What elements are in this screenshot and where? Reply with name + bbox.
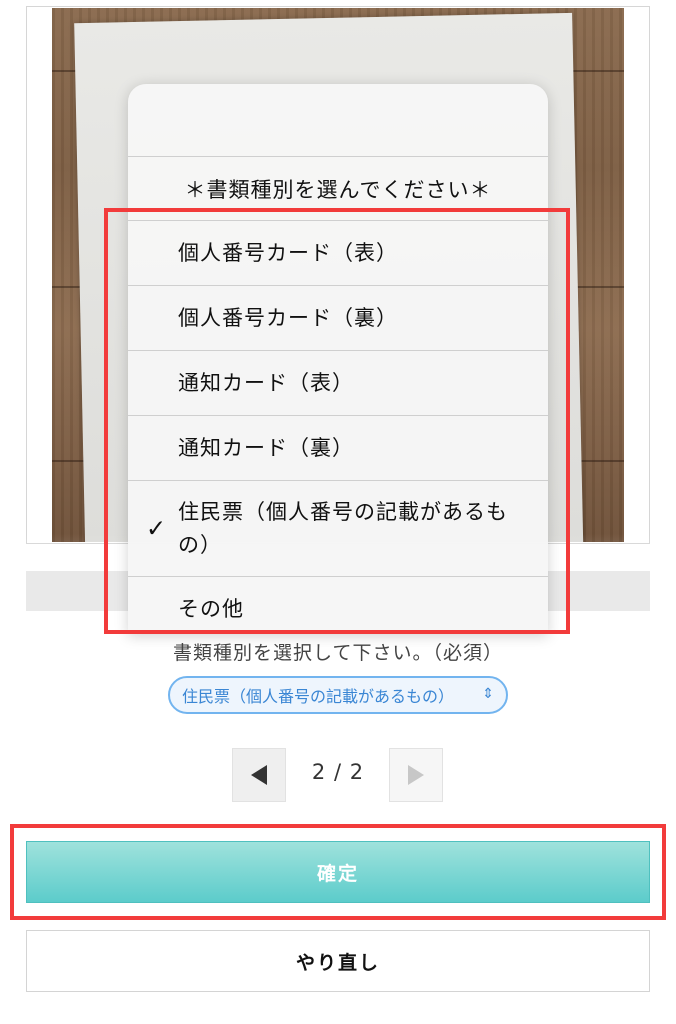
picker-option-mynumber-front[interactable]: 個人番号カード（表） <box>128 221 548 286</box>
picker-header: ＊書類種別を選んでください＊ <box>128 157 548 221</box>
picker-option-other[interactable]: その他 <box>128 577 548 634</box>
triangle-right-icon <box>408 765 424 785</box>
page-indicator: 2 / 2 <box>311 760 365 784</box>
picker-option-label: 通知カード（裏） <box>178 435 354 460</box>
triangle-left-icon <box>251 765 267 785</box>
next-page-button[interactable] <box>389 748 443 802</box>
checkmark-icon: ✓ <box>146 514 168 542</box>
picker-option-label: 通知カード（表） <box>178 370 354 395</box>
redo-button[interactable]: やり直し <box>26 930 650 992</box>
picker-option-mynumber-back[interactable]: 個人番号カード（裏） <box>128 286 548 351</box>
picker-top-spacer <box>128 84 548 157</box>
picker-option-label: 住民票（個人番号の記載があるもの） <box>178 499 508 557</box>
prev-page-button[interactable] <box>232 748 286 802</box>
picker-option-notice-back[interactable]: 通知カード（裏） <box>128 416 548 481</box>
select-value: 住民票（個人番号の記載があるもの） <box>182 687 455 706</box>
updown-chevron-icon: ⇕ <box>482 686 494 702</box>
picker-option-label: その他 <box>178 597 244 621</box>
select-label: 書類種別を選択して下さい。（必須） <box>173 642 503 664</box>
confirm-button[interactable]: 確定 <box>26 841 650 903</box>
picker-option-label: 個人番号カード（裏） <box>178 305 398 330</box>
picker-option-notice-front[interactable]: 通知カード（表） <box>128 351 548 416</box>
picker-option-resident-record[interactable]: ✓ 住民票（個人番号の記載があるもの） <box>128 481 548 577</box>
document-type-select[interactable]: 住民票（個人番号の記載があるもの） ⇕ <box>168 676 508 714</box>
document-type-picker[interactable]: ＊書類種別を選んでください＊ 個人番号カード（表） 個人番号カード（裏） 通知カ… <box>128 84 548 634</box>
picker-option-label: 個人番号カード（表） <box>178 240 398 265</box>
